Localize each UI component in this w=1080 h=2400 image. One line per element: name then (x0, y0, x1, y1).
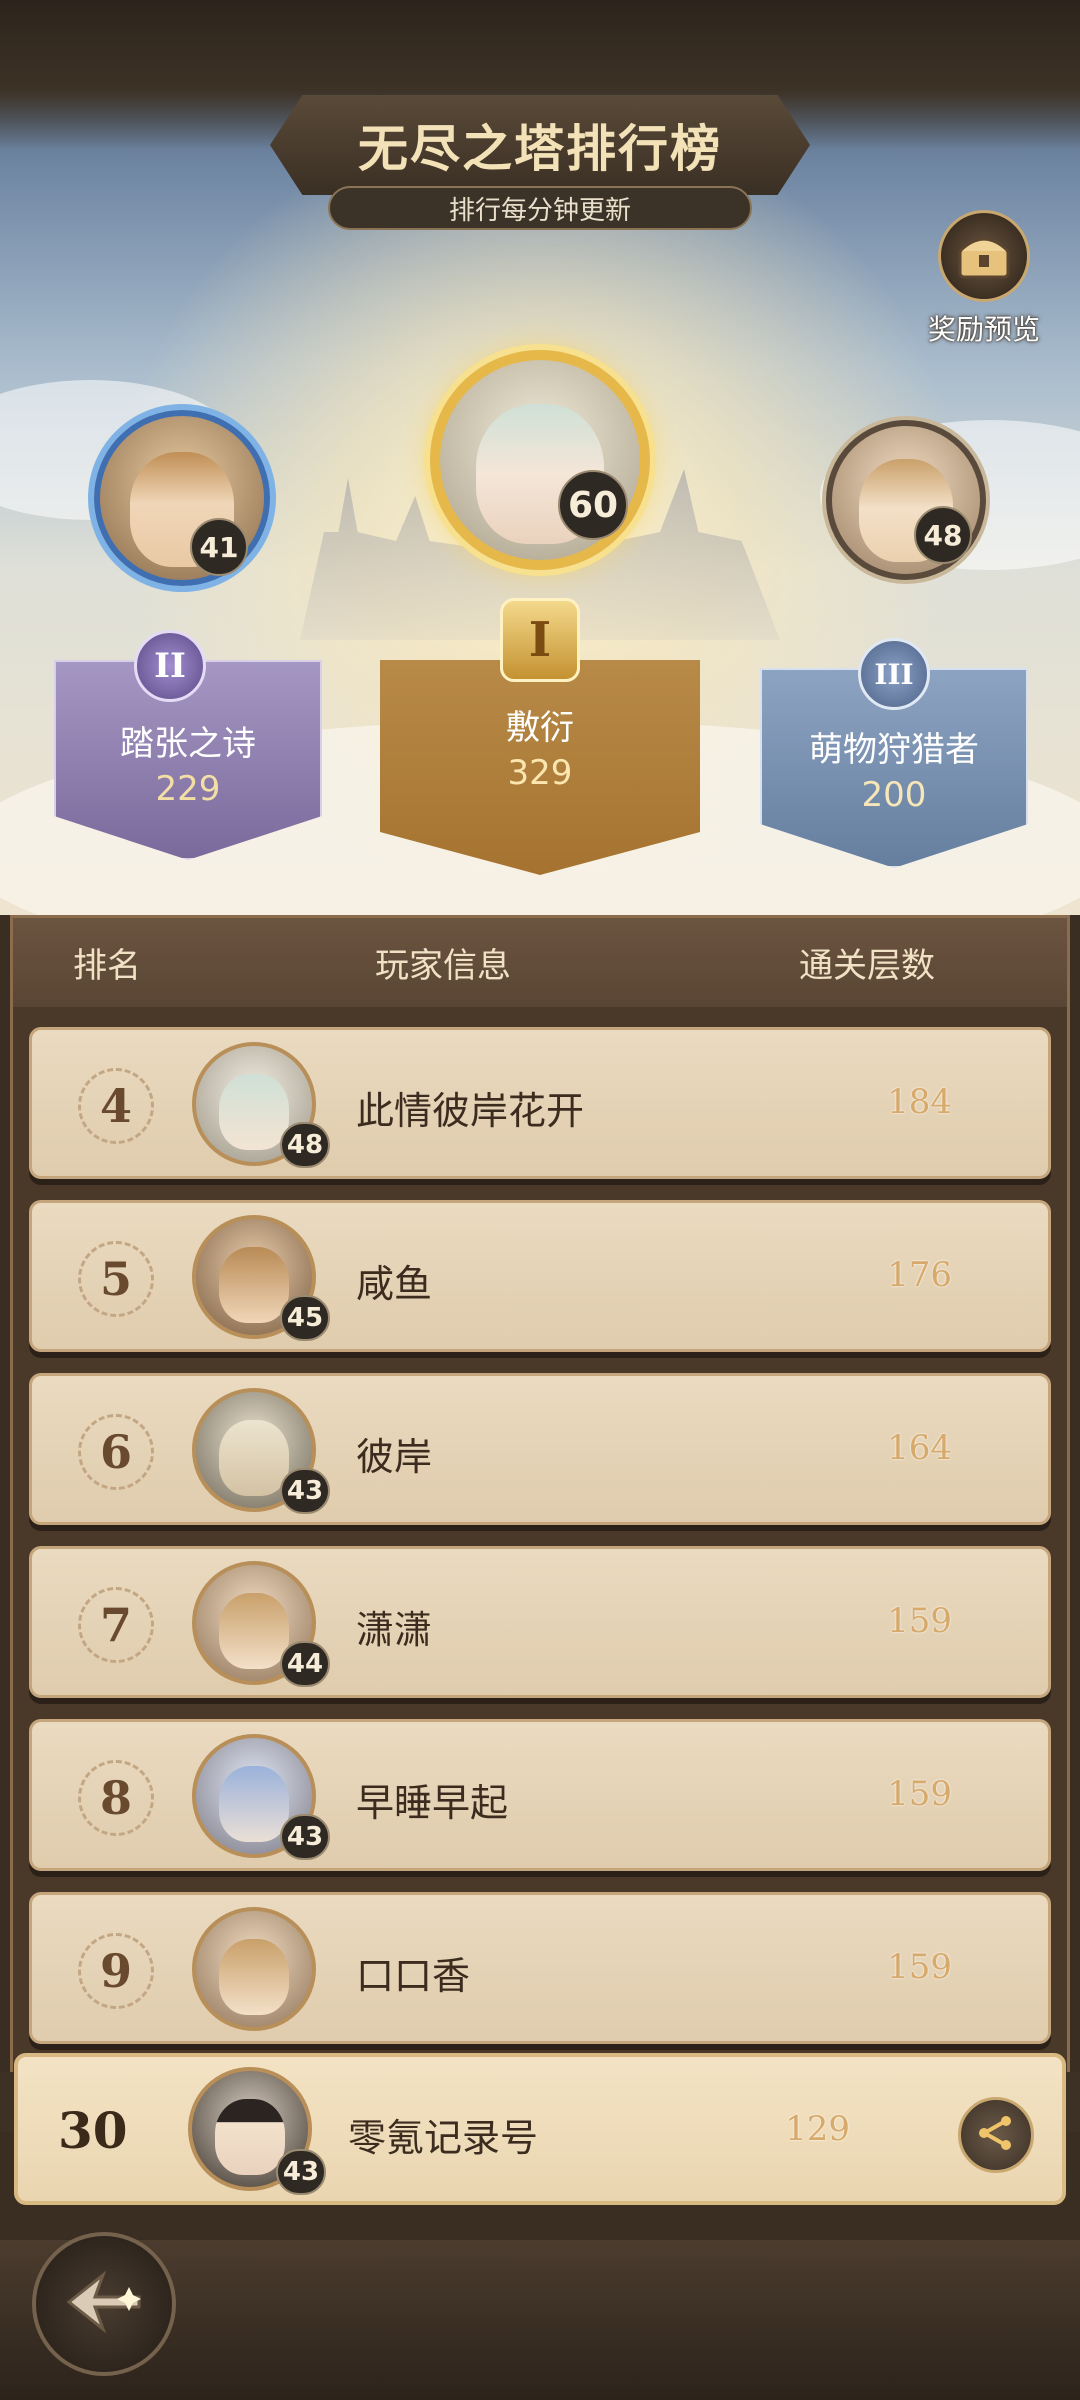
back-button[interactable] (32, 2232, 176, 2376)
avatar-portrait (219, 1592, 289, 1670)
column-player-info: 玩家信息 (375, 946, 511, 986)
column-rank: 排名 (73, 946, 141, 986)
row-score: 159 (887, 1774, 952, 1814)
list-item[interactable]: 7 44 潇潇 159 (29, 1546, 1051, 1698)
rank-one-emblem: I (500, 598, 580, 682)
treasure-chest-icon (938, 210, 1030, 302)
back-arrow-icon (59, 2267, 149, 2341)
table-header: 排名 玩家信息 通关层数 (10, 915, 1070, 1007)
my-rank: 30 (58, 2101, 128, 2160)
row-score: 164 (887, 1428, 952, 1468)
reward-preview-label: 奖励预览 (927, 313, 1040, 346)
share-button[interactable] (958, 2097, 1034, 2173)
list-item[interactable]: 5 45 咸鱼 176 (29, 1200, 1051, 1352)
avatar-portrait (215, 2098, 285, 2176)
page-title-banner: 无尽之塔排行榜 (270, 95, 810, 195)
third-place-name: 萌物狩猎者 (809, 730, 979, 770)
row-rank: 9 (78, 1933, 154, 2009)
row-level: 44 (280, 1641, 330, 1687)
my-level: 43 (276, 2149, 326, 2195)
update-notice: 排行每分钟更新 (328, 186, 752, 230)
row-score: 159 (887, 1947, 952, 1987)
list-item[interactable]: 4 48 此情彼岸花开 184 (29, 1027, 1051, 1179)
second-place-score: 229 (155, 769, 221, 809)
my-score: 129 (785, 2109, 850, 2149)
rank-three-emblem: III (858, 638, 930, 710)
row-player-name: 潇潇 (356, 1608, 433, 1652)
first-place-level: 60 (558, 470, 628, 540)
list-item[interactable]: 8 43 早睡早起 159 (29, 1719, 1051, 1871)
ranking-list[interactable]: 4 48 此情彼岸花开 184 5 45 咸鱼 176 6 43 彼岸 164 … (10, 1007, 1070, 2072)
row-player-name: 早睡早起 (356, 1781, 509, 1825)
row-rank: 6 (78, 1414, 154, 1490)
column-floors: 通关层数 (799, 946, 935, 986)
row-rank: 8 (78, 1760, 154, 1836)
row-rank: 5 (78, 1241, 154, 1317)
reward-preview-button[interactable]: 奖励预览 (914, 210, 1054, 350)
share-icon (974, 2111, 1018, 2159)
update-notice-text: 排行每分钟更新 (448, 195, 631, 226)
second-place-name: 踏张之诗 (120, 724, 256, 764)
row-score: 176 (887, 1255, 952, 1295)
row-level: 45 (280, 1295, 330, 1341)
row-player-name: 彼岸 (356, 1435, 433, 1479)
avatar-portrait (219, 1419, 289, 1497)
avatar-portrait (219, 1765, 289, 1843)
page-title: 无尽之塔排行榜 (358, 119, 722, 178)
first-place-name: 敷衍 (506, 708, 574, 748)
third-place-score: 200 (861, 775, 927, 815)
first-place-avatar[interactable] (430, 350, 650, 570)
row-score: 184 (887, 1082, 952, 1122)
avatar[interactable] (192, 1907, 316, 2031)
row-level: 43 (280, 1814, 330, 1860)
avatar-portrait (219, 1938, 289, 2016)
my-player-name: 零氪记录号 (348, 2116, 539, 2160)
row-level: 43 (280, 1468, 330, 1514)
list-item[interactable]: 9 口口香 159 (29, 1892, 1051, 2044)
avatar-portrait (219, 1246, 289, 1324)
row-player-name: 此情彼岸花开 (356, 1089, 585, 1133)
third-place-level: 48 (914, 506, 972, 564)
first-place-banner[interactable]: 敷衍 329 (380, 660, 700, 875)
row-player-name: 口口香 (356, 1954, 471, 1998)
my-rank-row[interactable]: 30 43 零氪记录号 129 (14, 2053, 1066, 2205)
row-rank: 7 (78, 1587, 154, 1663)
row-rank: 4 (78, 1068, 154, 1144)
rank-two-emblem: II (134, 630, 206, 702)
second-place-level: 41 (190, 518, 248, 576)
first-place-score: 329 (507, 753, 573, 793)
avatar-portrait (219, 1073, 289, 1151)
list-item[interactable]: 6 43 彼岸 164 (29, 1373, 1051, 1525)
row-level: 48 (280, 1122, 330, 1168)
row-score: 159 (887, 1601, 952, 1641)
row-player-name: 咸鱼 (356, 1262, 433, 1306)
